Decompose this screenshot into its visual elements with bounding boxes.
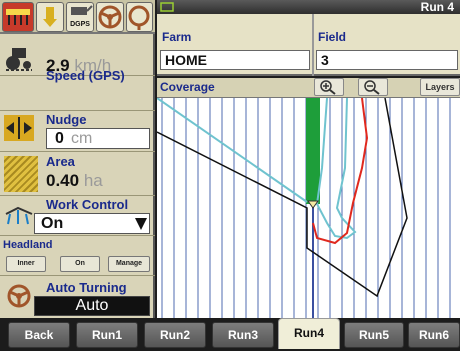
area-label: Area (46, 154, 75, 169)
headland-on-button[interactable]: On (60, 256, 100, 272)
nudge-value: 0 (55, 130, 64, 147)
nudge-label: Nudge (46, 112, 87, 127)
tractor-icon (6, 48, 32, 71)
area-value-wrap: 0.40 ha (46, 171, 103, 191)
screen-icon (160, 2, 174, 12)
headland-manage-button[interactable]: Manage (108, 256, 150, 272)
auto-steer-icon[interactable] (126, 2, 153, 32)
zoom-in-icon (320, 80, 336, 95)
tab-back[interactable]: Back (8, 322, 70, 348)
area-value: 0.40 (46, 171, 80, 190)
run-title: Run 4 (420, 0, 454, 14)
work-control-value: On (41, 215, 64, 232)
nudge-field[interactable]: 0 cm (46, 128, 150, 149)
nudge-icon (4, 115, 34, 141)
coverage-strip (306, 98, 320, 204)
headland-label: Headland (3, 239, 53, 251)
dgps-label: DGPS (70, 21, 90, 28)
zoom-out-button[interactable] (358, 78, 388, 96)
field-label: Field (318, 30, 347, 44)
work-control-label: Work Control (46, 197, 129, 212)
auto-turning-value[interactable]: Auto (34, 296, 150, 316)
tab-run6[interactable]: Run6 (408, 322, 460, 348)
coverage-map-canvas (156, 97, 451, 318)
steering-wheel-icon[interactable] (96, 2, 124, 32)
nudge-unit: cm (71, 130, 93, 147)
field-field[interactable]: 3 (316, 50, 458, 70)
chevron-down-icon (135, 218, 147, 230)
title-bar: Run 4 (157, 0, 460, 14)
guidance-icon[interactable] (36, 2, 64, 32)
implement-icon[interactable] (2, 2, 34, 32)
area-icon (4, 156, 38, 192)
work-control-select[interactable]: On (34, 213, 150, 234)
farm-field[interactable]: HOME (160, 50, 310, 70)
auto-turning-icon (7, 284, 31, 308)
farm-label: Farm (162, 30, 192, 44)
icon-strip: DGPS (0, 0, 155, 34)
tab-run1[interactable]: Run1 (76, 322, 138, 348)
zoom-out-icon (364, 80, 380, 95)
dgps-icon[interactable]: DGPS (66, 2, 94, 32)
coverage-label: Coverage (160, 80, 215, 94)
sprayer-icon (5, 206, 33, 225)
auto-turning-label: Auto Turning (46, 280, 127, 295)
zoom-in-button[interactable] (314, 78, 344, 96)
area-unit: ha (83, 171, 103, 190)
speed-unit: km/h (74, 56, 112, 75)
tab-run4[interactable]: Run4 (278, 318, 340, 349)
tab-run2[interactable]: Run2 (144, 322, 206, 348)
left-panel: DGPS Speed (GPS) 2.9 km/h Nudge 0 cm Are… (0, 0, 155, 318)
layers-button[interactable]: Layers (420, 78, 460, 96)
cyan-track-left (156, 97, 308, 203)
speed-value-wrap: 2.9 km/h (46, 56, 111, 76)
tab-run5[interactable]: Run5 (344, 322, 404, 348)
tab-run3[interactable]: Run3 (212, 322, 274, 348)
tab-bar: Back Run1 Run2 Run3 Run4 Run5 Run6 (0, 318, 460, 351)
speed-value: 2.9 (46, 56, 70, 75)
headland-inner-button[interactable]: Inner (6, 256, 46, 272)
coverage-map[interactable] (156, 97, 460, 318)
field-divider (312, 14, 314, 76)
